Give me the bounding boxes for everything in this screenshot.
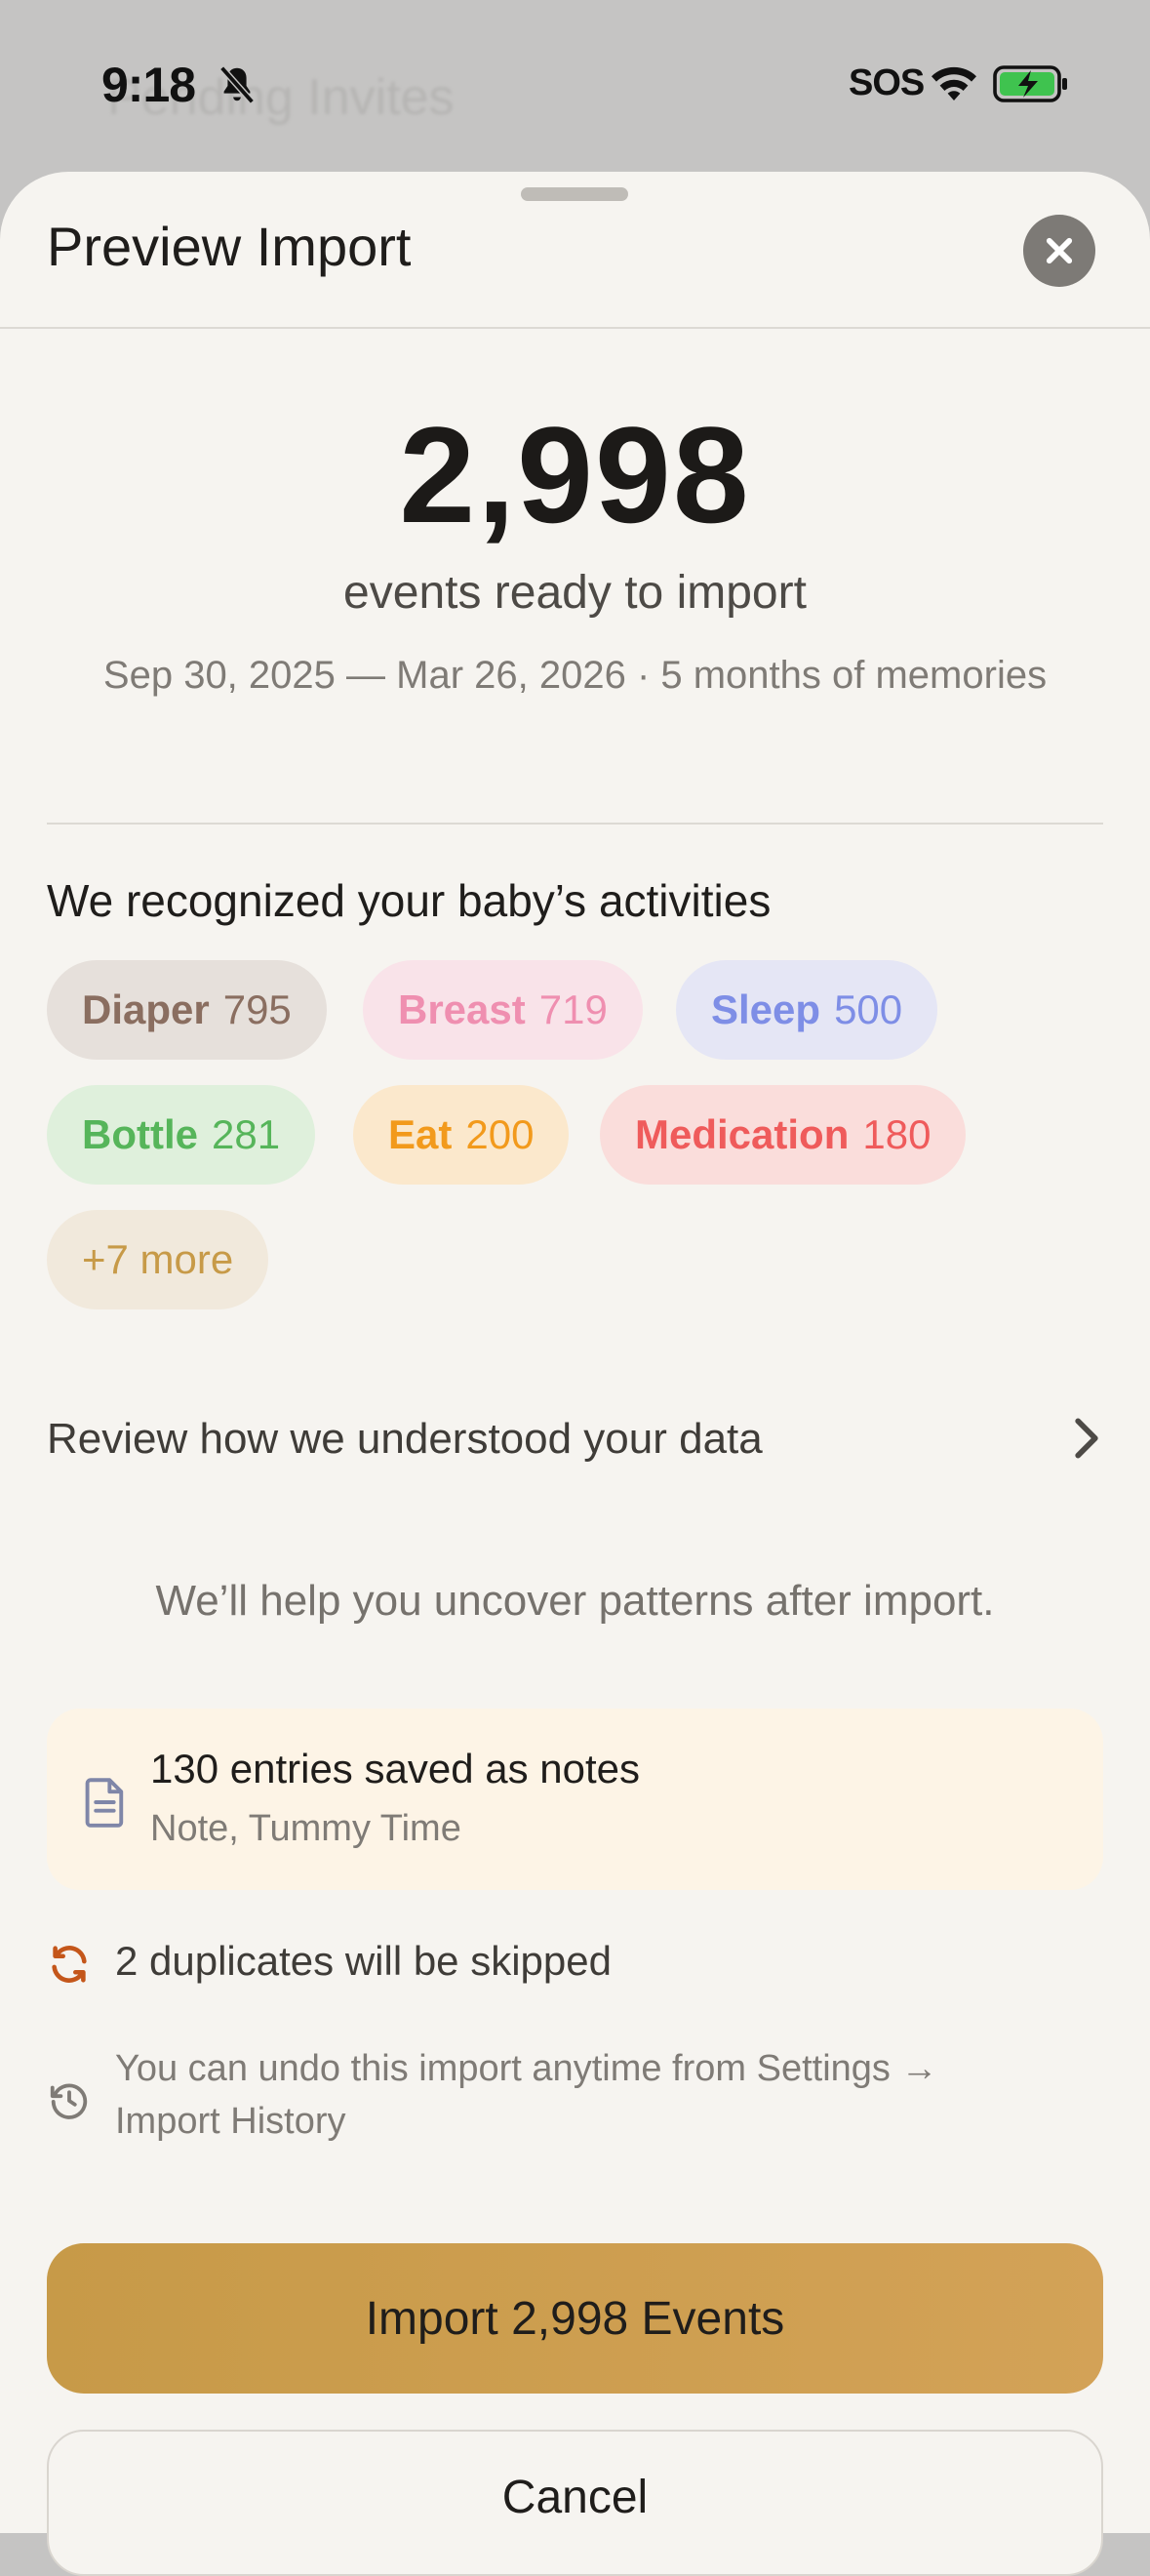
event-count-subtitle: events ready to import bbox=[343, 567, 807, 619]
help-text: We’ll help you uncover patterns after im… bbox=[155, 1577, 995, 1625]
notes-card: 130 entries saved as notes Note, Tummy T… bbox=[47, 1709, 1103, 1890]
cancel-button[interactable]: Cancel bbox=[47, 2430, 1103, 2576]
close-icon bbox=[1046, 237, 1073, 264]
chip-count: 500 bbox=[834, 986, 903, 1032]
chip-count: 281 bbox=[212, 1111, 281, 1157]
chip-label: Breast bbox=[398, 986, 526, 1032]
event-count: 2,998 bbox=[399, 398, 751, 551]
review-data-row[interactable]: Review how we understood your data bbox=[47, 1405, 1103, 1473]
document-icon bbox=[85, 1778, 124, 1828]
date-range: Sep 30, 2025 — Mar 26, 2026 · 5 months o… bbox=[102, 654, 1048, 697]
import-events-button[interactable]: Import 2,998 Events bbox=[47, 2243, 1103, 2394]
close-button[interactable] bbox=[1023, 215, 1095, 287]
bell-slash-icon bbox=[219, 65, 255, 104]
sheet-title: Preview Import bbox=[47, 216, 412, 277]
chip-count: 795 bbox=[222, 986, 292, 1032]
activity-chip-breast[interactable]: Breast 719 bbox=[363, 960, 643, 1060]
notes-subtitle: Note, Tummy Time bbox=[150, 1808, 461, 1849]
chip-label: Diaper bbox=[82, 986, 210, 1032]
chip-count: 719 bbox=[538, 986, 608, 1032]
activity-chip-medication[interactable]: Medication 180 bbox=[600, 1085, 967, 1185]
section-divider bbox=[47, 823, 1103, 825]
chip-label: +7 more bbox=[82, 1236, 234, 1282]
status-bar: Pending Invites 9:18 SOS bbox=[0, 0, 1150, 171]
review-data-label: Review how we understood your data bbox=[47, 1415, 763, 1463]
activity-chip-diaper[interactable]: Diaper 795 bbox=[47, 960, 327, 1060]
chip-label: Eat bbox=[388, 1111, 453, 1157]
activities-heading: We recognized your baby’s activities bbox=[47, 875, 772, 926]
chip-label: Bottle bbox=[82, 1111, 198, 1157]
preview-import-sheet: Preview Import 2,998 events ready to imp… bbox=[0, 172, 1150, 2576]
sheet-grabber[interactable] bbox=[521, 187, 628, 201]
sync-icon bbox=[52, 1946, 87, 1983]
activity-chip-bottle[interactable]: Bottle 281 bbox=[47, 1085, 316, 1185]
duplicates-text: 2 duplicates will be skipped bbox=[115, 1938, 612, 1984]
history-icon bbox=[50, 2083, 88, 2119]
header-divider bbox=[0, 327, 1150, 329]
chevron-right-icon bbox=[1075, 1418, 1098, 1459]
battery-charging-icon bbox=[993, 65, 1067, 102]
notes-title: 130 entries saved as notes bbox=[150, 1746, 640, 1791]
status-time: 9:18 bbox=[101, 58, 196, 112]
chip-label: Sleep bbox=[711, 986, 821, 1032]
more-activities-chip[interactable]: +7 more bbox=[47, 1210, 269, 1309]
activity-chip-eat[interactable]: Eat 200 bbox=[353, 1085, 570, 1185]
activity-chip-sleep[interactable]: Sleep 500 bbox=[676, 960, 938, 1060]
undo-info-text: You can undo this import anytime from Se… bbox=[115, 2048, 938, 2142]
chip-count: 200 bbox=[465, 1111, 535, 1157]
chip-label: Medication bbox=[635, 1111, 850, 1157]
wifi-icon bbox=[932, 66, 976, 101]
sos-indicator: SOS bbox=[849, 62, 925, 103]
chip-count: 180 bbox=[862, 1111, 932, 1157]
